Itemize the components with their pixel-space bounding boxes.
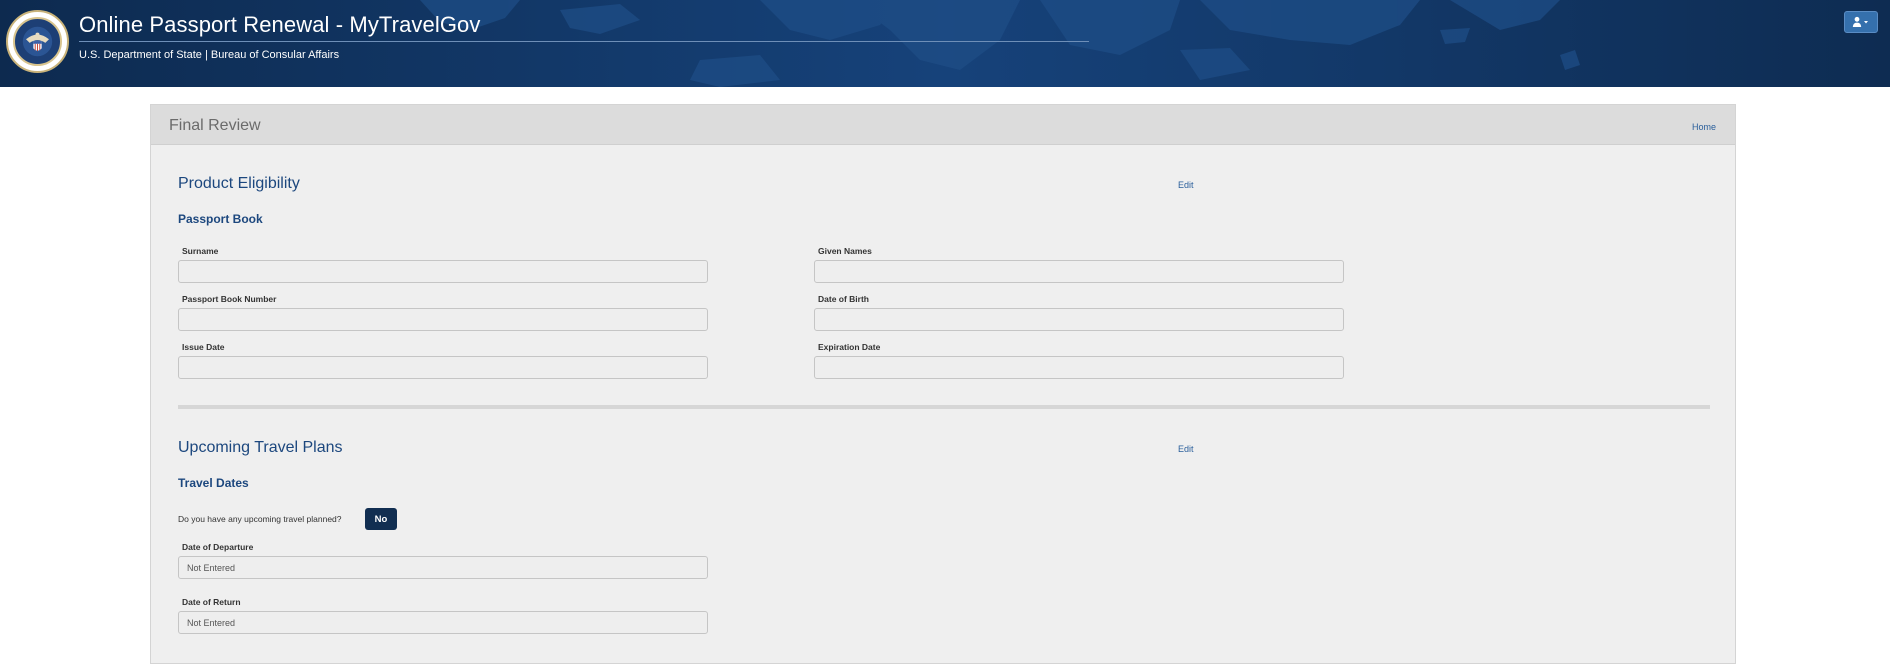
home-link[interactable]: Home: [1692, 122, 1716, 132]
passport-book-number-field[interactable]: [178, 308, 708, 331]
date-of-birth-label: Date of Birth: [818, 294, 869, 304]
travel-plans-title: Upcoming Travel Plans: [178, 439, 343, 456]
app-subtitle: U.S. Department of State | Bureau of Con…: [79, 49, 340, 61]
date-of-departure-field[interactable]: Not Entered: [178, 556, 708, 579]
product-eligibility-title: Product Eligibility: [178, 175, 300, 192]
product-eligibility-edit-link[interactable]: Edit: [1178, 180, 1194, 190]
expiration-date-label: Expiration Date: [818, 342, 881, 352]
issue-date-field[interactable]: [178, 356, 708, 379]
final-review-panel: Final Review Home Product Eligibility Ed…: [150, 104, 1736, 664]
title-divider: [79, 41, 1089, 42]
passport-book-number-label: Passport Book Number: [182, 294, 277, 304]
date-of-birth-field[interactable]: [814, 308, 1344, 331]
state-department-seal-icon: [6, 10, 69, 73]
surname-field[interactable]: [178, 260, 708, 283]
section-divider: [178, 405, 1710, 409]
caret-down-icon: [1864, 21, 1868, 24]
expiration-date-field[interactable]: [814, 356, 1344, 379]
date-of-return-field[interactable]: Not Entered: [178, 611, 708, 634]
issue-date-label: Issue Date: [182, 342, 225, 352]
given-names-label: Given Names: [818, 246, 872, 256]
given-names-field[interactable]: [814, 260, 1344, 283]
travel-plans-edit-link[interactable]: Edit: [1178, 444, 1194, 454]
surname-label: Surname: [182, 246, 219, 256]
panel-header: Final Review Home: [151, 105, 1735, 145]
travel-question: Do you have any upcoming travel planned?: [178, 514, 342, 524]
date-of-return-label: Date of Return: [182, 597, 241, 607]
travel-dates-subtitle: Travel Dates: [178, 476, 249, 490]
passport-book-subtitle: Passport Book: [178, 212, 263, 226]
page-title: Final Review: [169, 117, 261, 134]
user-icon: [1852, 16, 1868, 27]
app-title: Online Passport Renewal - MyTravelGov: [79, 12, 481, 37]
date-of-departure-label: Date of Departure: [182, 542, 254, 552]
travel-answer-no-button[interactable]: No: [365, 508, 397, 530]
site-header: Online Passport Renewal - MyTravelGov U.…: [0, 0, 1890, 87]
user-menu-button[interactable]: [1844, 11, 1878, 33]
